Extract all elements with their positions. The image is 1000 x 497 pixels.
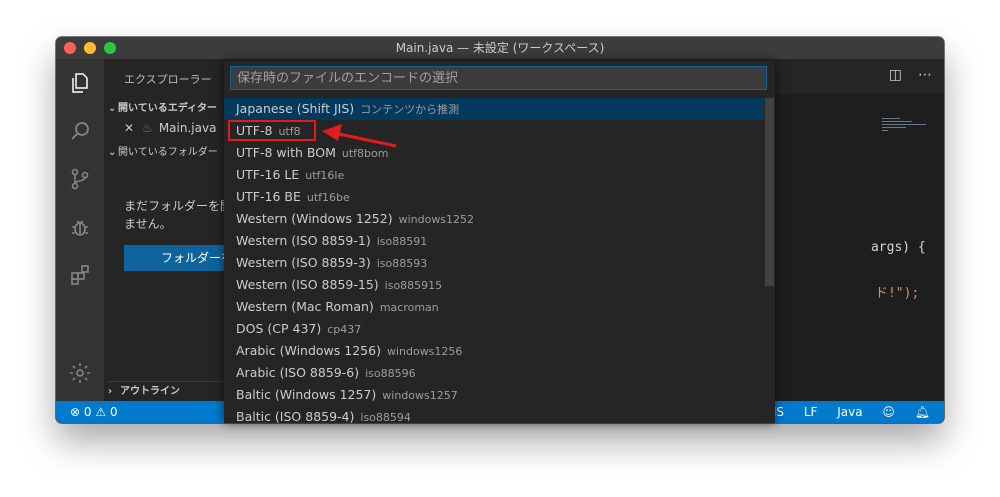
annotation-arrow-icon [322, 124, 397, 148]
